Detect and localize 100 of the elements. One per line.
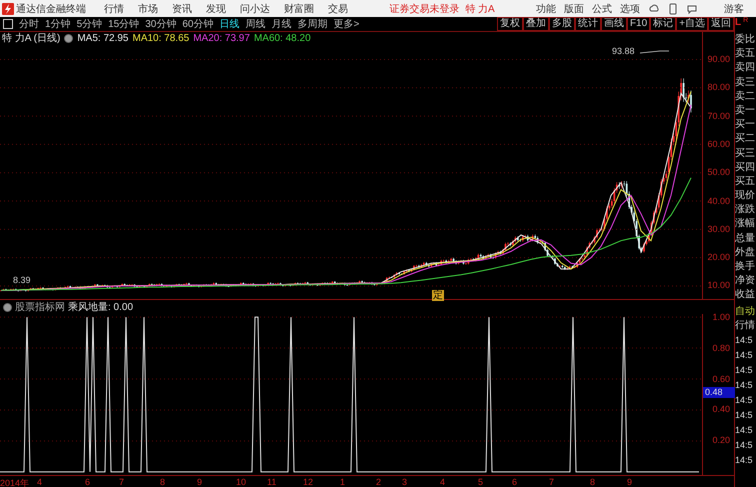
quote-label: 外盘	[735, 246, 756, 260]
period-tab[interactable]: 多周期	[298, 17, 328, 31]
quote-label: 净资	[735, 274, 756, 288]
panel-tab[interactable]: L	[735, 17, 742, 28]
quote-label: 卖五	[735, 47, 756, 62]
trade-time: 14:5	[735, 378, 754, 392]
ma-legend-item: MA10: 78.65	[132, 32, 190, 44]
axis-label: 1.00	[712, 312, 730, 323]
quote-label: 卖二	[735, 90, 756, 104]
menu-item[interactable]: 公式	[592, 2, 612, 16]
chart-tool-button[interactable]: 复权	[496, 17, 523, 31]
trade-time: 14:5	[735, 454, 754, 467]
market-label: 行情	[735, 318, 756, 333]
date-label: 6	[512, 477, 518, 487]
quote-label: 收益	[735, 288, 756, 302]
phone-icon[interactable]	[668, 2, 678, 14]
axis-label: 10.00	[708, 280, 730, 292]
period-tab[interactable]: 月线	[272, 17, 292, 31]
date-label: 9	[197, 477, 202, 487]
low-price-label: 8.39	[13, 275, 31, 285]
quote-label: 卖三	[735, 76, 756, 90]
menu-item[interactable]: 选项	[620, 2, 640, 16]
trade-time: 14:5	[735, 364, 754, 377]
date-label: 4	[37, 477, 42, 487]
menu-item[interactable]: 财富圈	[284, 2, 314, 16]
ma-legend-item: MA60: 48.20	[254, 32, 311, 44]
axis-label: 50.00	[708, 167, 730, 178]
period-tab[interactable]: 5分钟	[76, 17, 102, 31]
period-tab[interactable]: 日线	[220, 17, 240, 31]
quote-label: 卖四	[735, 61, 756, 76]
chart-tool-button[interactable]: F10	[626, 17, 650, 31]
chart-tool-button[interactable]: 多股	[548, 17, 575, 31]
date-label: 1	[340, 477, 346, 487]
chart-tool-button[interactable]: 统计	[574, 17, 601, 31]
indicator-source: 股票指标网	[15, 300, 65, 314]
period-tab[interactable]: 15分钟	[108, 17, 140, 31]
quote-label: 卖一	[735, 104, 756, 118]
axis-label: 80.00	[708, 82, 730, 94]
period-tab[interactable]: 30分钟	[145, 17, 176, 31]
trade-time: 14:5	[735, 408, 754, 422]
login-status[interactable]: 证券交易未登录	[389, 2, 460, 16]
chart-tool-button[interactable]: 标记	[650, 17, 676, 31]
app-title: 通达信金融终端	[16, 2, 86, 16]
menu-item[interactable]: 市场	[138, 2, 158, 16]
quote-label: 现价	[735, 189, 756, 204]
trade-time: 14:5	[735, 424, 754, 437]
quote-label: 买一	[735, 118, 756, 132]
period-tab[interactable]: 更多>	[334, 17, 360, 31]
cloud-icon[interactable]	[648, 2, 660, 14]
date-label: 8	[590, 477, 596, 487]
chart-tool-button[interactable]: 叠加	[522, 17, 549, 31]
menu-item[interactable]: 问小达	[240, 2, 270, 16]
date-label: 8	[160, 477, 166, 487]
menu-item[interactable]: 版面	[564, 2, 584, 16]
quote-label: 涨跌	[735, 203, 756, 218]
indicator-value: 乘风地量: 0.00	[68, 300, 134, 314]
high-price-label: 93.88	[612, 46, 635, 56]
auto-label: 自动	[735, 304, 756, 319]
ma-legend-item: MA20: 73.97	[193, 32, 250, 44]
message-icon[interactable]	[686, 2, 698, 14]
axis-label: 90.00	[708, 54, 730, 65]
quote-label: 买二	[735, 132, 756, 146]
quote-label: 委比	[735, 33, 756, 47]
period-tab[interactable]: 周线	[246, 17, 266, 31]
axis-label: 0.80	[712, 342, 730, 354]
date-label: 5	[478, 477, 484, 487]
chart-tool-button[interactable]: 画线	[600, 17, 627, 31]
axis-label: 0.60	[712, 374, 730, 385]
date-label: 7	[119, 477, 124, 487]
date-label: 7	[549, 477, 554, 487]
menu-item[interactable]: 资讯	[172, 2, 192, 16]
chart-tool-button[interactable]: 返回	[708, 17, 734, 31]
menu-item[interactable]: 发现	[206, 2, 226, 16]
quote-label: 总量	[735, 232, 756, 246]
period-tab[interactable]: 分时	[19, 17, 39, 31]
axis-label: 30.00	[708, 224, 730, 235]
period-tab[interactable]: 60分钟	[182, 17, 214, 31]
quote-label: 买四	[735, 160, 756, 175]
axis-label: 70.00	[708, 110, 730, 122]
menu-item[interactable]: 行情	[104, 2, 124, 16]
date-label: 11	[267, 477, 276, 487]
period-tab[interactable]: 1分钟	[45, 17, 71, 31]
panel-toggle-icon[interactable]	[3, 19, 13, 29]
user-name[interactable]: 游客	[724, 2, 744, 16]
logo-icon	[2, 2, 14, 14]
date-label: 4	[440, 477, 446, 487]
trade-time: 14:5	[735, 334, 754, 347]
axis-label: 60.00	[708, 138, 730, 150]
menu-item[interactable]: 功能	[536, 2, 556, 16]
leader-line	[640, 50, 670, 54]
quote-label: 买三	[735, 146, 756, 160]
trade-time: 14:5	[735, 348, 754, 362]
date-label: 9	[627, 477, 632, 487]
ma-legend-item: MA5: 72.95	[77, 32, 128, 44]
date-label: 3	[402, 477, 408, 487]
chart-tool-button[interactable]: +自选	[676, 17, 708, 31]
menu-item[interactable]: 交易	[328, 2, 348, 16]
axis-label: 40.00	[708, 196, 730, 207]
stock-name: 特 力A	[465, 2, 495, 16]
trade-time: 14:5	[735, 394, 754, 407]
